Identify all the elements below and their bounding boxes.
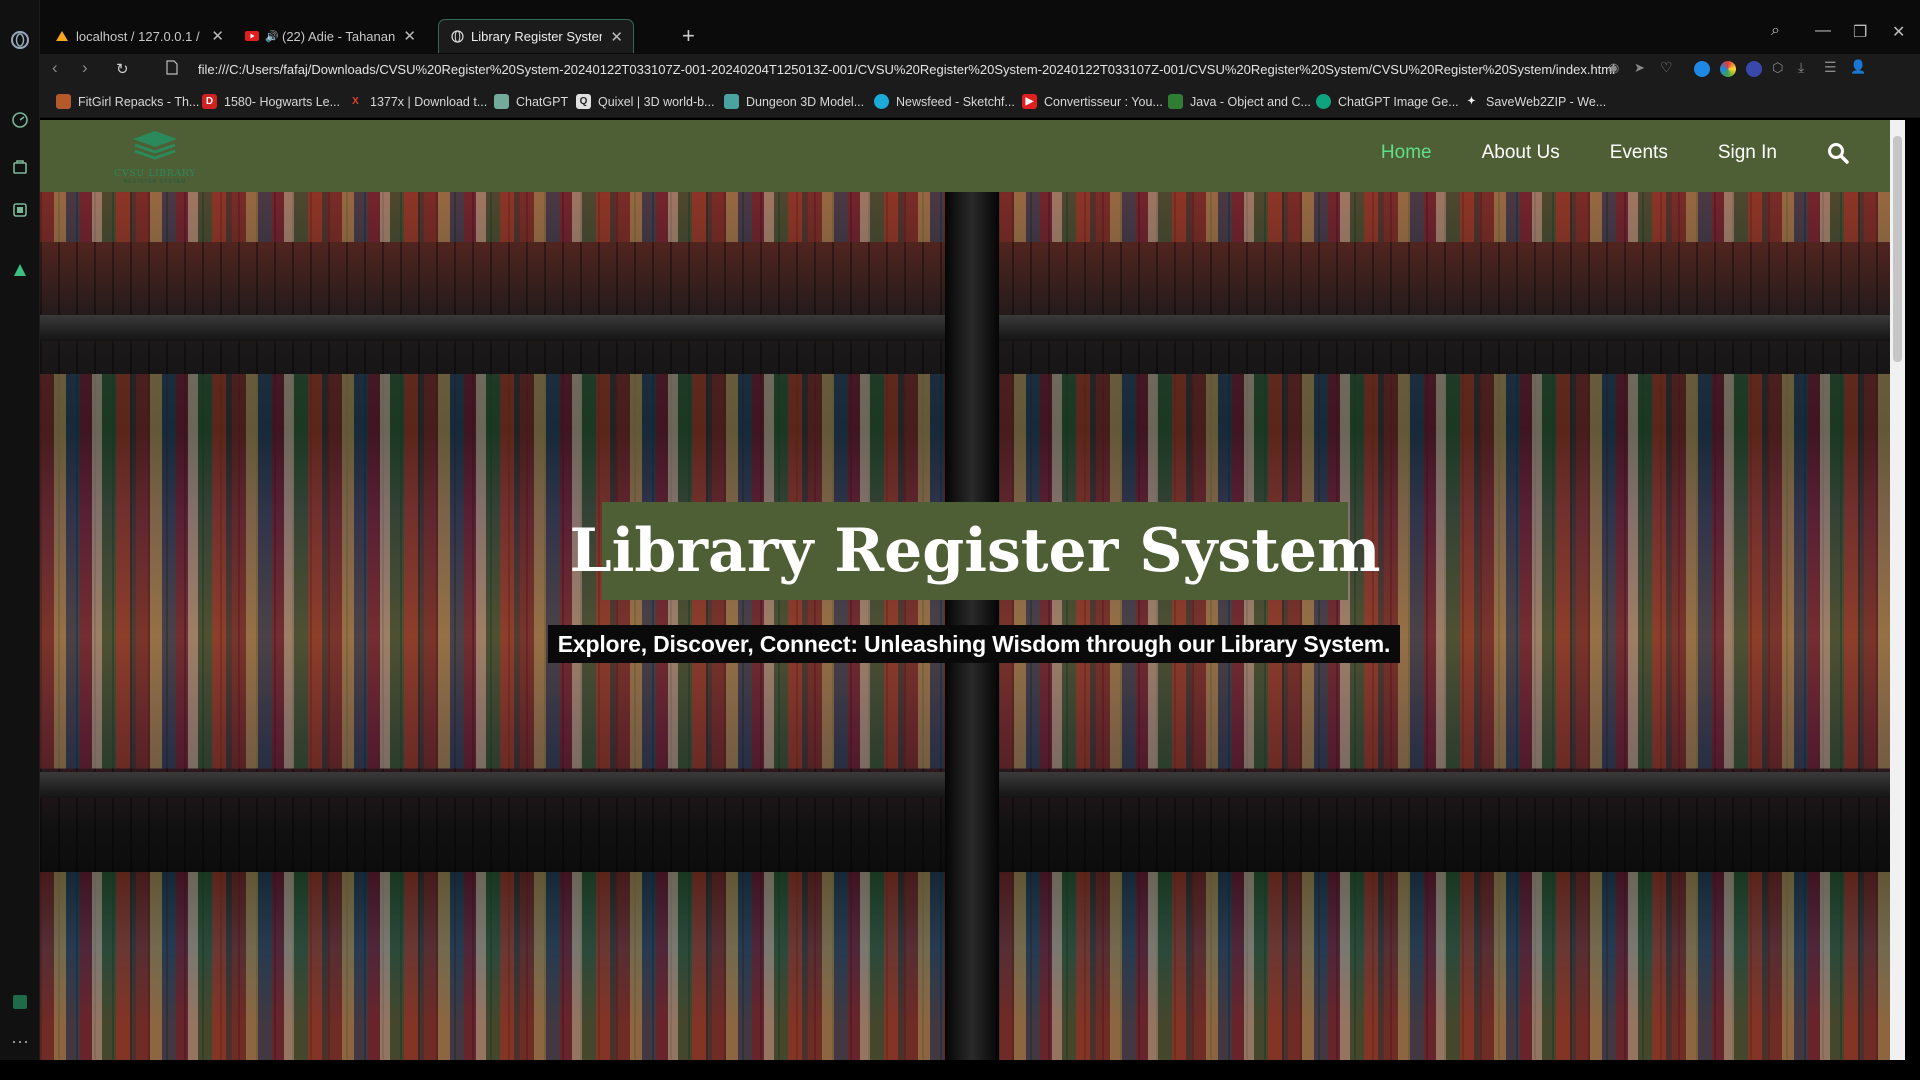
heart-icon[interactable]: ♡ [1660, 59, 1673, 76]
close-icon[interactable]: ✕ [211, 27, 224, 45]
bookmark-label: Newsfeed - Sketchf... [896, 94, 1015, 109]
opera-logo-icon[interactable] [8, 28, 32, 52]
search-icon[interactable] [1827, 142, 1849, 164]
logo-subtext: REGISTER SYSTEM [123, 179, 187, 185]
bookmark-saveweb2zip[interactable]: ✦ SaveWeb2ZIP - We... [1464, 94, 1606, 109]
bookmark-quixel[interactable]: Q Quixel | 3D world-b... [576, 94, 714, 109]
app-icon[interactable] [8, 990, 32, 1014]
close-icon[interactable]: ✕ [403, 27, 416, 45]
chatgpt-icon [494, 94, 509, 109]
bookmark-icon: D [202, 94, 217, 109]
tab-youtube[interactable]: 🔊 (22) Adie - Tahanan (Of ✕ [234, 19, 426, 53]
page-scrollbar[interactable] [1890, 120, 1905, 1060]
nav-home-link[interactable]: Home [1381, 142, 1432, 164]
tab-bar: localhost / 127.0.0.1 / crud ✕ 🔊 (22) Ad… [40, 0, 1920, 54]
restore-icon[interactable]: ❐ [1853, 22, 1867, 42]
bookmark-sketchfab[interactable]: Newsfeed - Sketchf... [874, 94, 1015, 109]
tab-label: localhost / 127.0.0.1 / crud [76, 28, 203, 44]
flow-icon[interactable] [8, 258, 32, 282]
browser-sidebar: ⋯ [0, 0, 40, 1080]
forward-icon[interactable]: › [82, 58, 88, 78]
file-icon [166, 60, 178, 80]
nav-links: Home About Us Events Sign In [1331, 142, 1849, 164]
cube-icon[interactable]: ⬡ [1772, 60, 1783, 76]
book-stack-icon [133, 131, 177, 160]
download-icon[interactable]: ⤓ [1798, 59, 1804, 76]
bookmark-icon [874, 94, 889, 109]
nav-signin-link[interactable]: Sign In [1718, 142, 1777, 164]
url-field[interactable]: file:///C:/Users/fafaj/Downloads/CVSU%20… [198, 62, 1615, 77]
site-logo[interactable]: CVSU LIBRARY REGISTER SYSTEM [108, 129, 202, 185]
search-tabs-icon[interactable]: ⌕ [1771, 22, 1780, 40]
bookmark-convertisseur[interactable]: ▶ Convertisseur : You... [1022, 94, 1163, 109]
phpmyadmin-icon [54, 29, 70, 43]
address-bar: ‹ › ↻ file:///C:/Users/fafaj/Downloads/C… [40, 54, 1920, 86]
camera-icon[interactable]: ◉ [1608, 60, 1619, 76]
nav-events-link[interactable]: Events [1610, 142, 1668, 164]
new-tab-button[interactable]: + [682, 23, 695, 49]
bottom-strip [0, 1060, 1920, 1080]
speed-dial-icon[interactable] [8, 108, 32, 132]
menu-icon[interactable]: ☰ [1824, 59, 1837, 76]
hero-subtitle: Explore, Discover, Connect: Unleashing W… [557, 630, 1391, 657]
bookmark-dungeon[interactable]: Dungeon 3D Model... [724, 94, 864, 109]
bookmark-icon: Q [576, 94, 591, 109]
speaker-icon[interactable]: 🔊 [265, 29, 279, 43]
bookmark-hogwarts[interactable]: D 1580- Hogwarts Le... [202, 94, 340, 109]
hero-title-box: Library Register System [569, 502, 1381, 600]
bookmark-label: Dungeon 3D Model... [746, 94, 865, 109]
tab-label: Library Register System [471, 29, 603, 44]
bookmark-chatgpt[interactable]: ChatGPT [494, 94, 568, 109]
bookmark-icon [1316, 94, 1331, 109]
bookmark-icon [1168, 94, 1183, 109]
profile-icon[interactable]: 👤 [1850, 59, 1866, 75]
hero-title: Library Register System [569, 516, 1381, 586]
bookmark-1377x[interactable]: X 1377x | Download t... [348, 94, 487, 109]
workspace-icon[interactable] [8, 198, 32, 222]
bookmark-label: ChatGPT [516, 94, 569, 109]
close-window-icon[interactable]: ✕ [1892, 22, 1905, 42]
extension-icon[interactable] [1746, 61, 1762, 77]
bookmark-label: SaveWeb2ZIP - We... [1486, 94, 1607, 109]
bookmark-fitgirl[interactable]: FitGirl Repacks - Th... [56, 94, 199, 109]
bookmark-icon: ▶ [1022, 94, 1037, 109]
tab-phpmyadmin[interactable]: localhost / 127.0.0.1 / crud ✕ [44, 19, 234, 53]
minimize-icon[interactable]: — [1815, 22, 1831, 40]
bookmark-icon [724, 94, 739, 109]
close-icon[interactable]: ✕ [610, 28, 623, 46]
bookmark-java[interactable]: Java - Object and C... [1168, 94, 1311, 109]
logo-text: CVSU LIBRARY [114, 168, 196, 179]
page-viewport: CVSU LIBRARY REGISTER SYSTEM Home About … [40, 120, 1905, 1060]
nav-about-link[interactable]: About Us [1482, 142, 1560, 164]
bag-icon[interactable] [8, 154, 32, 178]
bookmark-label: 1377x | Download t... [370, 94, 488, 109]
tab-library-register[interactable]: Library Register System ✕ [438, 19, 634, 53]
hero-subtitle-box: Explore, Discover, Connect: Unleashing W… [548, 625, 1400, 663]
bookmark-icon [56, 94, 71, 109]
bookmark-label: Convertisseur : You... [1044, 94, 1163, 109]
globe-icon [449, 30, 465, 44]
extension-icon[interactable] [1694, 61, 1710, 77]
bookmark-icon: ✦ [1467, 96, 1476, 107]
extension-icon[interactable] [1720, 61, 1736, 77]
tab-label: (22) Adie - Tahanan (Of [282, 28, 396, 44]
site-navbar: CVSU LIBRARY REGISTER SYSTEM Home About … [40, 120, 1905, 192]
reload-icon[interactable]: ↻ [116, 60, 129, 78]
bookmark-label: Quixel | 3D world-b... [598, 94, 715, 109]
bookmark-label: 1580- Hogwarts Le... [224, 94, 341, 109]
scrollbar-thumb[interactable] [1893, 136, 1902, 362]
back-icon[interactable]: ‹ [52, 58, 58, 78]
bookmark-label: Java - Object and C... [1190, 94, 1311, 109]
more-icon[interactable]: ⋯ [8, 1030, 32, 1054]
bookmark-chatgpt-image[interactable]: ChatGPT Image Ge... [1316, 94, 1459, 109]
youtube-icon [244, 29, 260, 43]
bookmark-label: ChatGPT Image Ge... [1338, 94, 1459, 109]
bookmarks-bar: FitGirl Repacks - Th... D 1580- Hogwarts … [40, 86, 1920, 118]
bookmark-label: FitGirl Repacks - Th... [78, 94, 200, 109]
bookmark-icon: X [352, 96, 359, 107]
send-icon[interactable]: ➤ [1634, 60, 1645, 76]
